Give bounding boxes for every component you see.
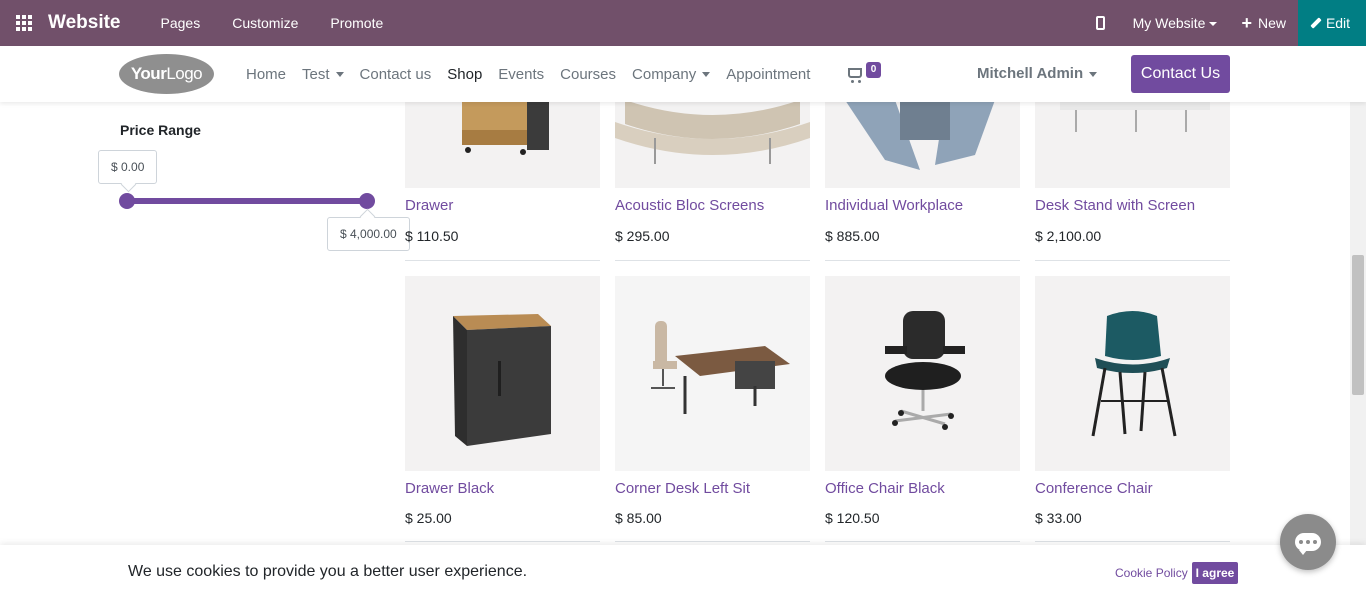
scrollbar-thumb[interactable] [1352,255,1364,395]
logo-text-logo: Logo [166,64,203,83]
product-divider [825,541,1020,542]
site-logo[interactable]: Your Logo [119,54,214,94]
product-divider [1035,260,1230,261]
nav-shop[interactable]: Shop [439,66,490,83]
price-min-handle[interactable] [119,193,135,209]
price-range-title: Price Range [120,122,201,138]
product-price: $ 25.00 [405,510,452,526]
cookie-agree-button[interactable]: I agree [1192,562,1238,584]
nav-home[interactable]: Home [238,66,294,83]
apps-menu-icon[interactable] [0,0,48,46]
mobile-preview-icon[interactable] [1081,0,1121,46]
chevron-down-icon [335,72,344,78]
price-max-handle[interactable] [359,193,375,209]
app-brand[interactable]: Website [48,12,121,34]
price-min-tooltip: $ 0.00 [98,150,158,184]
product-divider [1035,541,1230,542]
cart-count-badge: 0 [866,62,881,78]
main-nav: Home Test Contact us Shop Events Courses… [238,46,818,102]
chat-bubble-icon [1295,533,1321,555]
nav-contact-us[interactable]: Contact us [352,66,440,83]
product-price: $ 33.00 [1035,510,1082,526]
cookie-bar: We use cookies to provide you a better u… [0,545,1366,600]
chevron-down-icon [702,72,711,78]
product-price: $ 110.50 [405,228,459,244]
new-button[interactable]: + New [1229,14,1298,32]
product-name[interactable]: Office Chair Black [825,480,945,497]
cookie-message: We use cookies to provide you a better u… [128,563,528,580]
edit-button[interactable]: Edit [1298,0,1366,46]
livechat-button[interactable] [1280,514,1336,570]
plus-icon: + [1241,13,1252,33]
nav-test-label: Test [302,65,330,83]
logo-text-your: Your [130,64,167,83]
new-button-label: New [1257,15,1286,31]
website-switcher-label: My Website [1132,15,1206,31]
product-name[interactable]: Drawer Black [405,480,494,497]
cookie-policy-link[interactable]: Cookie Policy [1115,566,1188,580]
product-image[interactable] [615,276,810,471]
price-range-track[interactable] [127,198,367,204]
chevron-down-icon [1209,22,1218,27]
product-price: $ 85.00 [615,510,662,526]
user-menu[interactable]: Mitchell Admin [977,46,1098,102]
nav-test[interactable]: Test [294,66,352,83]
product-divider [405,260,600,261]
cart-link[interactable]: 0 [848,62,888,86]
nav-events[interactable]: Events [490,66,552,83]
product-price: $ 2,100.00 [1035,228,1102,244]
user-name: Mitchell Admin [977,65,1084,82]
pencil-icon [1310,17,1322,29]
menu-pages[interactable]: Pages [145,0,217,46]
product-name[interactable]: Drawer [405,197,453,214]
product-name[interactable]: Acoustic Bloc Screens [615,197,764,214]
product-image[interactable] [1035,276,1230,471]
nav-appointment[interactable]: Appointment [718,66,818,83]
product-name[interactable]: Corner Desk Left Sit [615,480,750,497]
product-price: $ 120.50 [825,510,880,526]
admin-navbar: Website Pages Customize Promote My Websi… [0,0,1366,46]
edit-button-label: Edit [1325,15,1351,31]
product-divider [825,260,1020,261]
contact-us-button[interactable]: Contact Us [1131,55,1230,93]
product-price: $ 295.00 [615,228,670,244]
admin-menu: Pages Customize Promote [145,0,400,46]
product-name[interactable]: Desk Stand with Screen [1035,197,1195,214]
menu-customize[interactable]: Customize [216,0,314,46]
chevron-down-icon [1089,71,1098,77]
product-divider [615,541,810,542]
nav-courses[interactable]: Courses [552,66,624,83]
product-image[interactable] [825,276,1020,471]
product-divider [405,541,600,542]
site-header: Your Logo Home Test Contact us Shop Event… [0,46,1366,102]
website-switcher[interactable]: My Website [1121,15,1230,31]
nav-company[interactable]: Company [624,66,718,83]
product-divider [615,260,810,261]
product-name[interactable]: Conference Chair [1035,480,1153,497]
nav-company-label: Company [632,65,697,83]
shopping-cart-icon [848,68,862,83]
price-max-tooltip: $ 4,000.00 [327,217,410,251]
menu-promote[interactable]: Promote [314,0,399,46]
product-image[interactable] [405,276,600,471]
product-name[interactable]: Individual Workplace [825,197,963,214]
product-price: $ 885.00 [825,228,880,244]
